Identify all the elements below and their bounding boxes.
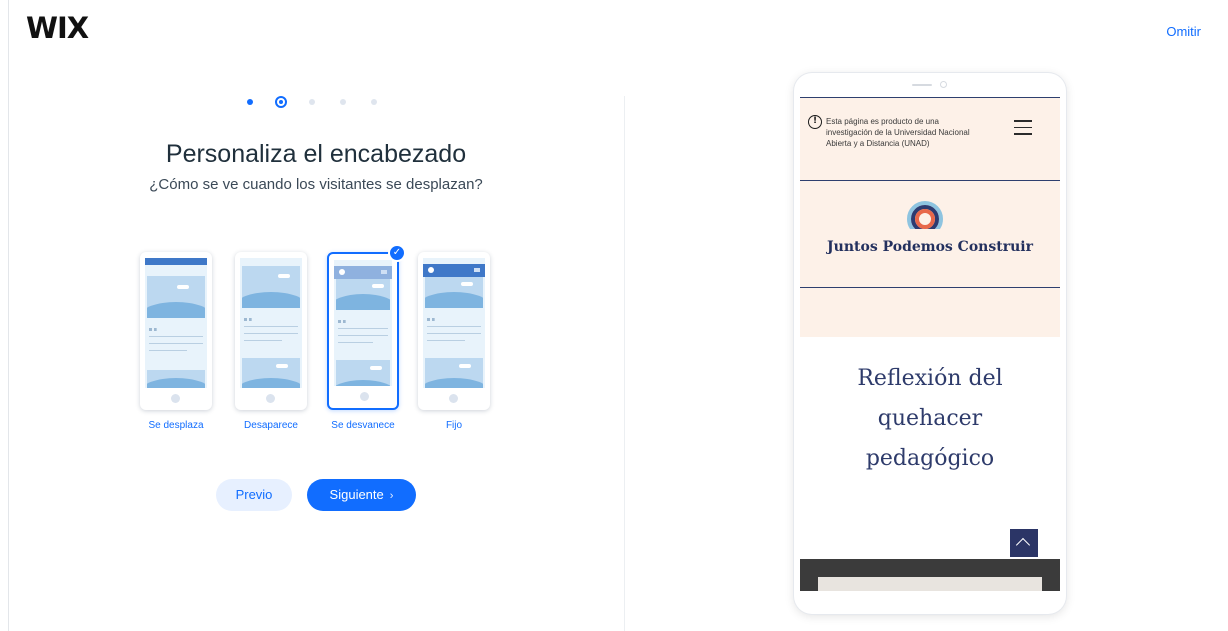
step-dot-4: [340, 99, 346, 105]
section-photo: [818, 577, 1042, 591]
site-header: ! Esta página es producto de una investi…: [800, 97, 1060, 337]
image-illustration: [242, 358, 300, 388]
step-dot-5: [371, 99, 377, 105]
section-image: [800, 559, 1060, 591]
image-illustration: [425, 358, 483, 388]
option-scroll-illustration: [145, 258, 207, 388]
step-indicator: [247, 96, 402, 108]
phone-camera: [940, 81, 947, 88]
phone-home-button-icon: [171, 394, 180, 403]
option-fade-card[interactable]: [327, 252, 399, 410]
header-rule: [800, 180, 1060, 181]
header-bottom-rule: [800, 287, 1060, 288]
header-bar-illustration: [334, 266, 392, 279]
step-dot-2-current: [275, 96, 287, 108]
rainbow-logo-icon: [907, 201, 943, 229]
phone-home-button-icon: [449, 394, 458, 403]
page-title: Personaliza el encabezado: [165, 140, 467, 168]
option-disappear-card[interactable]: [235, 252, 307, 410]
option-fixed-illustration: [423, 258, 485, 388]
option-fade[interactable]: ✓ Se desvanece: [327, 244, 406, 431]
hero-line: pedagógico: [865, 446, 995, 471]
previous-button[interactable]: Previo: [216, 479, 292, 511]
header-bar-illustration: [145, 258, 207, 265]
step-dot-3: [309, 99, 315, 105]
step-dot-1: [247, 99, 253, 105]
hero-line: Reflexión del: [857, 366, 1003, 391]
chevron-up-icon[interactable]: [1010, 529, 1038, 557]
check-icon: ✓: [388, 244, 406, 262]
hero-line: quehacer: [877, 406, 983, 431]
phone-speaker: [912, 84, 932, 86]
image-illustration: [147, 370, 205, 388]
option-fixed[interactable]: Fijo: [418, 252, 490, 431]
text-lines-illustration: [149, 328, 203, 352]
next-button-label: Siguiente: [329, 487, 384, 502]
skip-link[interactable]: Omitir: [1166, 24, 1201, 39]
option-disappear[interactable]: Desaparece: [235, 252, 307, 431]
chevron-right-icon: ›: [389, 490, 394, 502]
text-lines-illustration: [427, 318, 481, 342]
site-notice: Esta página es producto de una investiga…: [826, 117, 970, 148]
image-illustration: [242, 266, 300, 308]
phone-home-button-icon: [266, 394, 275, 403]
page-subtitle: ¿Cómo se ve cuando los visitantes se des…: [149, 176, 483, 193]
header-top-rule: [800, 97, 1060, 98]
option-disappear-illustration: [240, 258, 302, 388]
header-bar-illustration: [423, 264, 485, 277]
site-name[interactable]: Juntos Podemos Construir: [800, 239, 1060, 255]
previous-button-label: Previo: [235, 487, 273, 502]
option-fixed-card[interactable]: [418, 252, 490, 410]
hamburger-menu-icon[interactable]: [1014, 120, 1032, 140]
image-illustration: [147, 276, 205, 318]
next-button[interactable]: Siguiente ›: [307, 479, 416, 511]
site-preview-screen[interactable]: ! Esta página es producto de una investi…: [800, 97, 1060, 591]
left-border: [8, 0, 9, 631]
text-lines-illustration: [244, 318, 298, 342]
text-lines-illustration: [338, 320, 388, 344]
option-scroll-card[interactable]: [140, 252, 212, 410]
option-scroll[interactable]: Se desplaza: [140, 252, 212, 431]
hero-heading: Reflexión del quehacer pedagógico: [800, 359, 1060, 479]
info-icon: !: [808, 115, 822, 129]
image-illustration: [336, 360, 390, 386]
wix-logo: WIX: [26, 11, 89, 45]
mobile-preview: ! Esta página es producto de una investi…: [794, 73, 1066, 614]
option-fade-illustration: [334, 260, 392, 386]
option-fixed-label[interactable]: Fijo: [398, 420, 510, 431]
phone-home-button-icon: [360, 392, 369, 401]
